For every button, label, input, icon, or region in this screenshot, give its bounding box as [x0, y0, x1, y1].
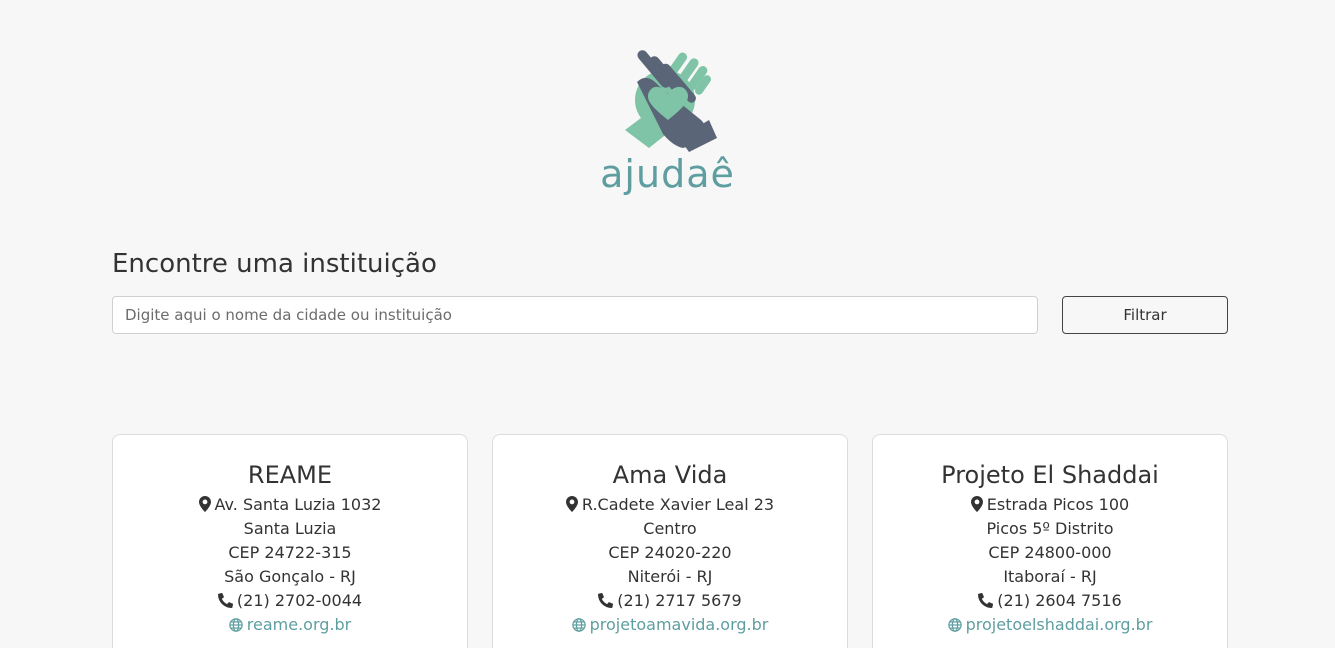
search-section: Encontre uma instituição Filtrar: [112, 246, 1228, 334]
district: Picos 5º Distrito: [986, 519, 1114, 538]
phone-line: (21) 2702-0044: [113, 589, 467, 613]
phone: (21) 2717 5679: [617, 591, 742, 610]
phone-line: (21) 2717 5679: [493, 589, 847, 613]
address: Av. Santa Luzia 1032: [214, 495, 382, 514]
helping-hands-heart-icon: [624, 50, 717, 152]
page: ajudaê Encontre uma instituição Filtrar …: [0, 0, 1335, 648]
filter-button[interactable]: Filtrar: [1062, 296, 1228, 334]
district: Santa Luzia: [243, 519, 337, 538]
address-line: Estrada Picos 100: [873, 493, 1227, 517]
website-link[interactable]: projetoelshaddai.org.br: [966, 615, 1153, 634]
cep: CEP 24722-315: [228, 543, 352, 562]
phone-line: (21) 2604 7516: [873, 589, 1227, 613]
cep: CEP 24800-000: [988, 543, 1112, 562]
institution-name: Projeto El Shaddai: [941, 461, 1159, 489]
address: Estrada Picos 100: [986, 495, 1130, 514]
phone: (21) 2702-0044: [236, 591, 363, 610]
logo: ajudaê: [0, 42, 1335, 196]
globe-icon: [229, 618, 243, 632]
brand-name: ajudaê: [600, 152, 735, 196]
website-line: reame.org.br: [113, 613, 467, 637]
map-marker-icon: [198, 496, 211, 512]
institution-name: Ama Vida: [612, 461, 728, 489]
city: Itaboraí - RJ: [1003, 567, 1097, 586]
institution-card: Ama Vida R.Cadete Xavier Leal 23 Centro …: [492, 434, 848, 648]
institution-name: REAME: [247, 461, 333, 489]
phone-icon: [978, 593, 994, 608]
search-row: Filtrar: [112, 296, 1228, 334]
website-link[interactable]: reame.org.br: [247, 615, 351, 634]
institution-list: REAME Av. Santa Luzia 1032 Santa Luzia C…: [112, 434, 1228, 648]
district: Centro: [643, 519, 697, 538]
address-line: R.Cadete Xavier Leal 23: [493, 493, 847, 517]
website-line: projetoelshaddai.org.br: [873, 613, 1227, 637]
website-line: projetoamavida.org.br: [493, 613, 847, 637]
address-line: Av. Santa Luzia 1032: [113, 493, 467, 517]
cep: CEP 24020-220: [608, 543, 732, 562]
search-input[interactable]: [112, 296, 1038, 334]
map-marker-icon: [565, 496, 578, 512]
city: São Gonçalo - RJ: [224, 567, 356, 586]
globe-icon: [947, 618, 962, 632]
globe-icon: [571, 618, 586, 632]
phone-icon: [217, 593, 233, 608]
map-marker-icon: [970, 496, 983, 512]
website-link[interactable]: projetoamavida.org.br: [590, 615, 769, 634]
address: R.Cadete Xavier Leal 23: [581, 495, 775, 514]
phone: (21) 2604 7516: [997, 591, 1122, 610]
section-title: Encontre uma instituição: [112, 249, 437, 279]
institution-card: Projeto El Shaddai Estrada Picos 100 Pic…: [872, 434, 1228, 648]
institution-card: REAME Av. Santa Luzia 1032 Santa Luzia C…: [112, 434, 468, 648]
city: Niterói - RJ: [627, 567, 713, 586]
phone-icon: [598, 593, 614, 608]
